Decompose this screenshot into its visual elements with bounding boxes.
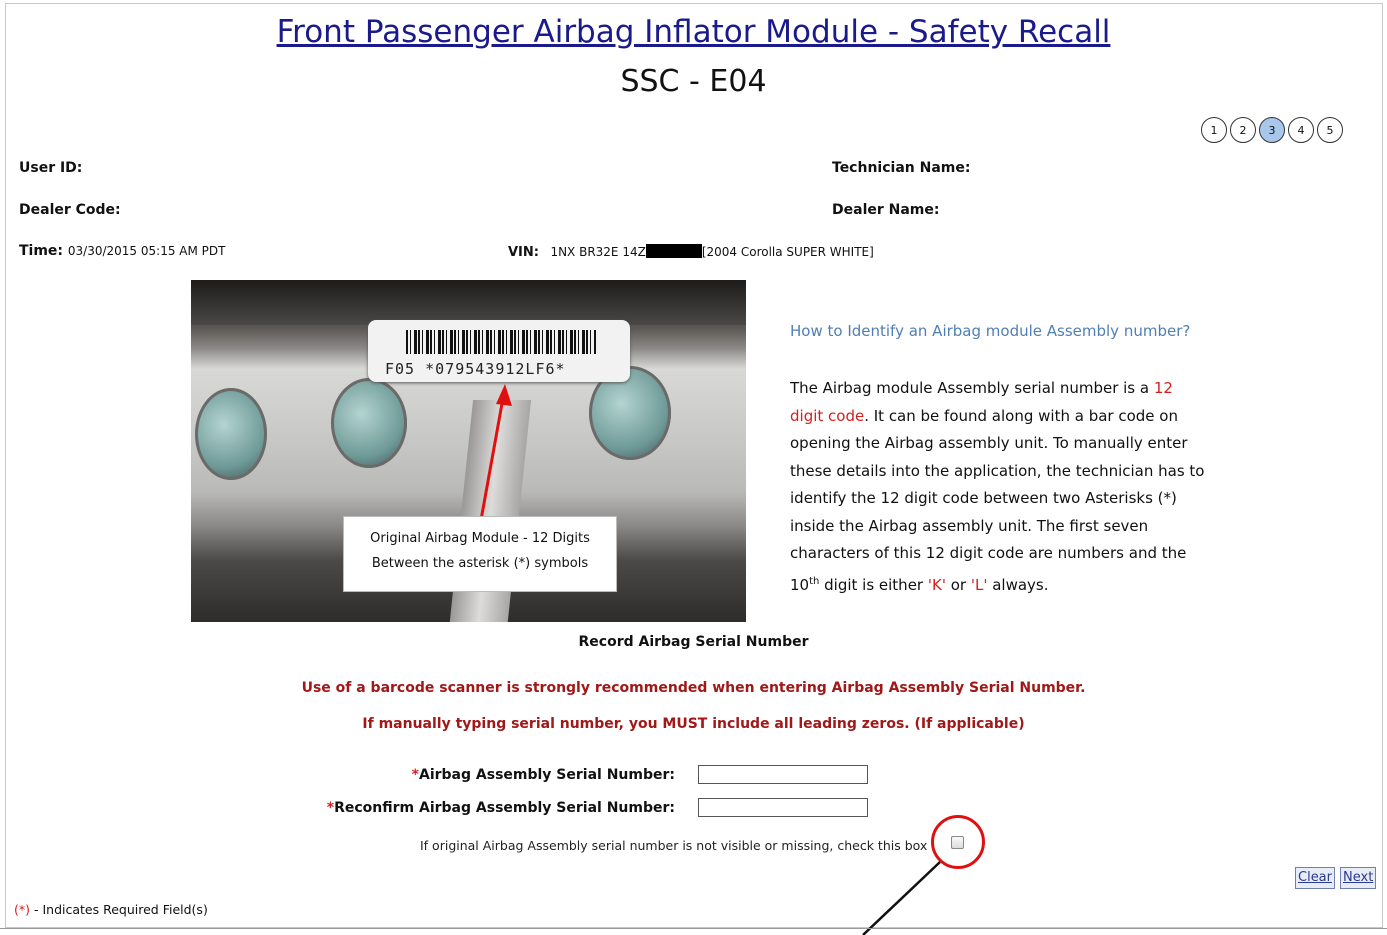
dealer-name-label: Dealer Name: (832, 202, 940, 218)
next-button[interactable]: Next (1340, 867, 1377, 889)
vin-row: VIN: 1NX BR32E 14Z [2004 Corolla SUPER WH… (508, 244, 874, 260)
time-value: 03/30/2015 05:15 AM PDT (67, 244, 226, 258)
step-indicator: 1 2 3 4 5 (1201, 117, 1343, 143)
footnote-text: - Indicates Required Field(s) (30, 902, 208, 917)
time-label: Time: (19, 243, 64, 259)
step-1[interactable]: 1 (1201, 117, 1227, 143)
vin-vehicle: [2004 Corolla SUPER WHITE] (701, 245, 874, 259)
serial-number-label: *Airbag Assembly Serial Number: (412, 767, 675, 783)
vin-value: 1NX BR32E 14Z (550, 245, 646, 259)
callout-line-1: Original Airbag Module - 12 Digits (370, 531, 590, 546)
howto-text-1: The Airbag module Assembly serial number… (790, 379, 1154, 397)
howto-text-3: digit is either (819, 575, 928, 594)
time-row: Time: 03/30/2015 05:15 AM PDT (19, 243, 225, 259)
howto-highlight-k: 'K' (927, 575, 946, 594)
annotation-pointer-line (862, 861, 941, 935)
bottom-divider (0, 928, 1387, 929)
reconfirm-serial-label-text: Reconfirm Airbag Assembly Serial Number: (334, 800, 675, 816)
page-subtitle: SSC - E04 (620, 64, 767, 99)
reconfirm-serial-input[interactable] (698, 798, 868, 817)
howto-text-4: always. (987, 575, 1049, 594)
vin-label: VIN: (508, 245, 539, 260)
howto-highlight-l: 'L' (970, 575, 988, 594)
scanner-warning: Use of a barcode scanner is strongly rec… (301, 680, 1086, 696)
vin-redaction (645, 244, 702, 258)
required-asterisk: * (326, 800, 335, 816)
serial-number-input[interactable] (698, 765, 868, 784)
footnote-required-mark: (*) (14, 902, 31, 917)
reconfirm-serial-label: *Reconfirm Airbag Assembly Serial Number… (327, 800, 675, 816)
airbag-module-photo: F05 *079543912LF6* Original Airbag Modul… (191, 280, 746, 622)
howto-title: How to Identify an Airbag module Assembl… (790, 322, 1191, 340)
dealer-code-label: Dealer Code: (19, 202, 121, 218)
page-title-link[interactable]: Front Passenger Airbag Inflator Module -… (0, 14, 1387, 50)
required-fields-note: (*) - Indicates Required Field(s) (14, 902, 208, 917)
step-3-current[interactable]: 3 (1259, 117, 1285, 143)
required-asterisk: * (411, 767, 419, 783)
step-4[interactable]: 4 (1288, 117, 1314, 143)
callout-line-2: Between the asterisk (*) symbols (371, 556, 589, 571)
clear-button[interactable]: Clear (1295, 867, 1335, 889)
missing-serial-checkbox-label: If original Airbag Assembly serial numbe… (420, 838, 928, 853)
step-5[interactable]: 5 (1317, 117, 1343, 143)
leading-zeros-warning: If manually typing serial number, you MU… (362, 716, 1025, 732)
serial-number-label-text: Airbag Assembly Serial Number: (419, 767, 675, 783)
technician-name-label: Technician Name: (832, 160, 971, 176)
howto-sup: th (809, 575, 820, 587)
user-id-label: User ID: (19, 160, 83, 176)
howto-text-2: . It can be found along with a bar code … (790, 406, 1205, 594)
record-serial-title: Record Airbag Serial Number (578, 634, 809, 650)
howto-body: The Airbag module Assembly serial number… (790, 375, 1210, 599)
photo-callout: Original Airbag Module - 12 Digits Betwe… (343, 516, 617, 592)
howto-text-or: or (945, 575, 971, 594)
step-2[interactable]: 2 (1230, 117, 1256, 143)
